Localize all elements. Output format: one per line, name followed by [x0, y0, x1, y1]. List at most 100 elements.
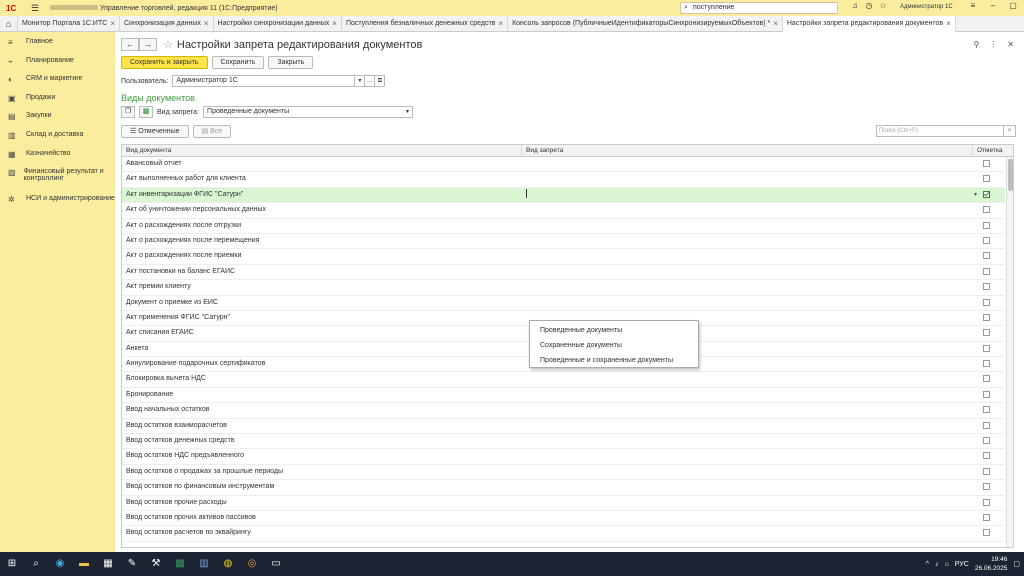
- mark-checkbox[interactable]: [983, 390, 990, 398]
- restore-icon[interactable]: ▢: [1003, 1, 1023, 10]
- sound-icon[interactable]: ♪: [935, 561, 939, 568]
- mark-cell[interactable]: [973, 419, 1005, 433]
- star-icon[interactable]: ☆: [876, 1, 890, 10]
- ban-type-cell[interactable]: [522, 480, 973, 494]
- mark-checkbox[interactable]: [983, 298, 990, 306]
- sidebar-item-main[interactable]: ≡ Главное: [0, 32, 115, 51]
- dropdown-option[interactable]: Сохраненные документы: [530, 338, 698, 353]
- folder-icon[interactable]: ▬: [72, 552, 96, 576]
- bell-icon[interactable]: ♫: [848, 1, 862, 10]
- mark-cell[interactable]: [973, 203, 1005, 217]
- table-row[interactable]: Авансовый отчет: [122, 157, 1005, 173]
- mark-checkbox[interactable]: [983, 252, 990, 260]
- rdp-icon[interactable]: ▭: [264, 552, 288, 576]
- doc-type-cell[interactable]: Аннулирование подарочных сертификатов: [122, 357, 522, 371]
- mark-cell[interactable]: [973, 496, 1005, 510]
- table-row[interactable]: Ввод остатков расчетов по эквайрингу: [122, 526, 1005, 542]
- table-row[interactable]: Ввод остатков прочие расходы: [122, 496, 1005, 511]
- mark-cell[interactable]: [973, 219, 1005, 233]
- doc-type-cell[interactable]: Анкета: [122, 342, 522, 356]
- close-tab-icon[interactable]: ×: [204, 16, 209, 32]
- close-form-icon[interactable]: ✕: [1007, 40, 1014, 49]
- mark-checkbox[interactable]: [983, 313, 990, 321]
- doc-type-cell[interactable]: Ввод остатков денежных средств: [122, 434, 522, 448]
- tab-sync-settings[interactable]: Настройки синхронизации данных ×: [214, 16, 342, 32]
- mark-checkbox[interactable]: [983, 267, 990, 275]
- mark-checkbox[interactable]: [983, 344, 990, 352]
- sidebar-item-finance[interactable]: ▧ Финансовый результат и контроллинг: [0, 162, 115, 189]
- ban-type-cell[interactable]: [522, 419, 973, 433]
- mark-checkbox[interactable]: [983, 160, 990, 167]
- calculator-icon[interactable]: ▦: [96, 552, 120, 576]
- doc-type-cell[interactable]: Ввод остатков по финансовым инструментам: [122, 480, 522, 494]
- table-row[interactable]: Ввод остатков прочих активов пассивов: [122, 511, 1005, 527]
- doc-type-cell[interactable]: Акт постановки на баланс ЕГАИС: [122, 265, 522, 279]
- doc-type-cell[interactable]: Ввод остатков прочие расходы: [122, 496, 522, 510]
- user-open-button[interactable]: ⧉: [375, 75, 386, 87]
- minimize-icon[interactable]: –: [983, 1, 1003, 10]
- ban-type-cell[interactable]: [522, 526, 973, 540]
- word-icon[interactable]: ▥: [192, 552, 216, 576]
- table-row[interactable]: Документ о приемке из ЕИС: [122, 296, 1005, 311]
- clear-icon[interactable]: ×: [1003, 126, 1015, 136]
- close-tab-icon[interactable]: ×: [773, 16, 778, 32]
- mark-checkbox[interactable]: [983, 329, 990, 337]
- mark-cell[interactable]: [973, 480, 1005, 494]
- notifications-icon[interactable]: ▢: [1013, 560, 1020, 568]
- ban-type-cell[interactable]: [522, 203, 973, 217]
- tab-sync[interactable]: Синхронизация данных ×: [120, 16, 214, 32]
- ban-type-cell[interactable]: [522, 372, 973, 386]
- doc-type-cell[interactable]: Документ о приемке из ЕИС: [122, 296, 522, 310]
- table-row[interactable]: Ввод остатков о продажах за прошлые пери…: [122, 465, 1005, 481]
- table-row[interactable]: Акт постановки на баланс ЕГАИС: [122, 265, 1005, 281]
- close-tab-icon[interactable]: ×: [332, 16, 337, 32]
- table-row[interactable]: Акт о расхождениях после приемки: [122, 249, 1005, 265]
- tray-chevron-icon[interactable]: ^: [926, 561, 929, 568]
- ban-type-cell[interactable]: [522, 280, 973, 294]
- close-tab-icon[interactable]: ×: [110, 16, 115, 32]
- mark-checkbox[interactable]: [983, 406, 990, 414]
- mark-checkbox[interactable]: [983, 421, 990, 429]
- close-tab-icon[interactable]: ×: [946, 16, 951, 32]
- table-row[interactable]: Ввод начальных остатков: [122, 403, 1005, 419]
- mark-checkbox[interactable]: [983, 283, 990, 291]
- mark-cell[interactable]: [973, 342, 1005, 356]
- copy-icon[interactable]: ❐: [121, 106, 135, 118]
- ban-type-cell[interactable]: [522, 249, 973, 263]
- table-row[interactable]: Акт об уничтожении персональных данных: [122, 203, 1005, 219]
- table-row[interactable]: Ввод остатков НДС предъявленного: [122, 449, 1005, 465]
- mark-checkbox[interactable]: [983, 360, 990, 368]
- mark-cell[interactable]: [973, 234, 1005, 248]
- doc-type-cell[interactable]: Ввод остатков о продажах за прошлые пери…: [122, 465, 522, 479]
- doc-type-cell[interactable]: Акт о расхождениях после приемки: [122, 249, 522, 263]
- close-button[interactable]: Закрыть: [268, 56, 314, 69]
- sidebar-item-treasury[interactable]: ▦ Казначейство: [0, 144, 115, 163]
- history-icon[interactable]: ◷: [862, 1, 876, 10]
- mark-checkbox[interactable]: [983, 513, 990, 521]
- mark-checkbox[interactable]: [983, 221, 990, 229]
- doc-type-cell[interactable]: Акт премии клиенту: [122, 280, 522, 294]
- save-button[interactable]: Сохранить: [211, 56, 265, 69]
- mark-checkbox[interactable]: [983, 175, 990, 183]
- mark-cell[interactable]: [973, 157, 1005, 171]
- language-indicator[interactable]: РУС: [955, 561, 969, 568]
- ban-type-cell[interactable]: ▾: [522, 188, 977, 202]
- excel-icon[interactable]: ▩: [168, 552, 192, 576]
- ban-type-cell[interactable]: [522, 434, 973, 448]
- edge-icon[interactable]: ◉: [48, 552, 72, 576]
- table-row[interactable]: Акт выполненных работ для клиента: [122, 172, 1005, 188]
- doc-type-cell[interactable]: Блокировка вычета НДС: [122, 372, 522, 386]
- table-row[interactable]: Акт о расхождениях после отгрузки: [122, 219, 1005, 234]
- ban-type-cell[interactable]: [522, 465, 973, 479]
- mark-checkbox[interactable]: [983, 437, 990, 445]
- mark-cell[interactable]: [973, 434, 1005, 448]
- mark-checkbox[interactable]: [983, 236, 990, 244]
- ban-type-cell[interactable]: [522, 511, 973, 525]
- mark-cell[interactable]: [973, 465, 1005, 479]
- mark-checkbox[interactable]: [983, 467, 990, 475]
- tab-monitor[interactable]: Монитор Портала 1С:ИТС ×: [18, 16, 120, 32]
- mark-cell[interactable]: [973, 388, 1005, 402]
- mark-cell[interactable]: [973, 403, 1005, 417]
- mark-cell[interactable]: [973, 265, 1005, 279]
- ban-type-cell[interactable]: [522, 157, 973, 171]
